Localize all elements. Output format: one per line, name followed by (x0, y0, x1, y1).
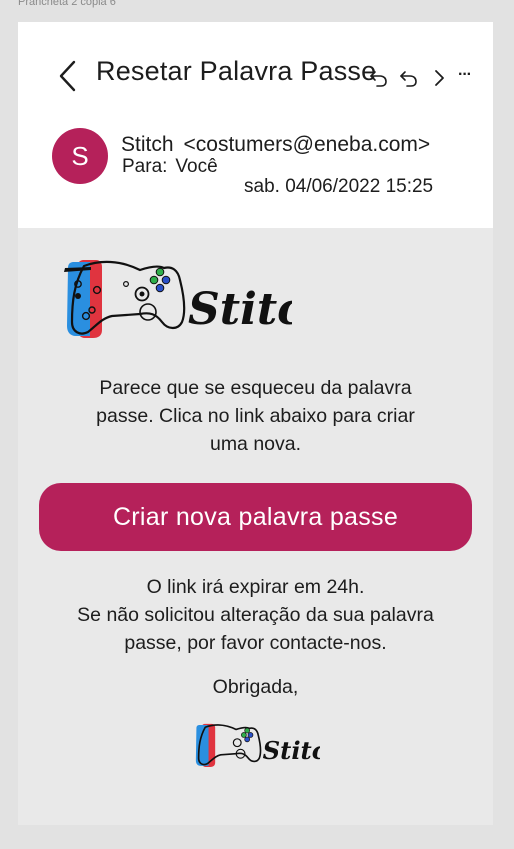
gamepad-icon (64, 260, 186, 338)
email-card: Resetar Palavra Passe ··· S Stitch <costu… (18, 22, 493, 825)
avatar-letter: S (71, 140, 89, 171)
recipient-line: Para: Você (122, 156, 218, 178)
stitch-logo: Stitch (64, 260, 292, 338)
sender-email[interactable]: <costumers@eneba.com> (184, 133, 431, 156)
reply-icon[interactable] (368, 67, 390, 89)
create-new-password-button[interactable]: Criar nova palavra passe (39, 483, 472, 551)
expiry-line-1: O link irá expirar em 24h. (146, 576, 365, 598)
sender-avatar: S (52, 128, 108, 184)
expiry-line-2: Se não solicitou alteração da sua palavr… (77, 604, 434, 626)
email-date: sab. 04/06/2022 15:25 (244, 176, 434, 197)
more-options-icon[interactable]: ··· (458, 67, 472, 83)
email-subject: Resetar Palavra Passe (96, 56, 377, 86)
intro-line-2: passe. Clica no link abaixo para criar (96, 405, 415, 427)
logo-small-text: Stitch (263, 736, 320, 765)
signoff: Obrigada, (212, 676, 299, 698)
intro-line-1: Parece que se esqueceu da palavra (99, 377, 412, 399)
expiry-line-3: passe, por favor contacte-nos. (124, 632, 387, 654)
stitch-logo-small: Stitch (195, 723, 320, 767)
intro-text: Parece que se esqueceu da palavra passe.… (18, 374, 493, 458)
to-value: Você (175, 156, 218, 177)
to-label: Para: (122, 156, 168, 177)
email-actions: ··· (368, 66, 472, 90)
reply-all-icon[interactable] (398, 67, 420, 89)
sender-name: Stitch (121, 133, 174, 156)
artboard-label: Prancheta 2 cópia 6 (18, 0, 116, 8)
intro-line-3: uma nova. (209, 433, 302, 455)
logo-text: Stitch (188, 284, 292, 335)
email-header: Resetar Palavra Passe ··· S Stitch <costu… (18, 22, 493, 228)
forward-icon[interactable] (428, 67, 450, 89)
chevron-left-icon[interactable] (56, 58, 80, 94)
sender-line: Stitch <costumers@eneba.com> (121, 133, 430, 157)
expiry-text: O link irá expirar em 24h. Se não solici… (18, 573, 493, 657)
gamepad-small-icon (195, 723, 262, 767)
